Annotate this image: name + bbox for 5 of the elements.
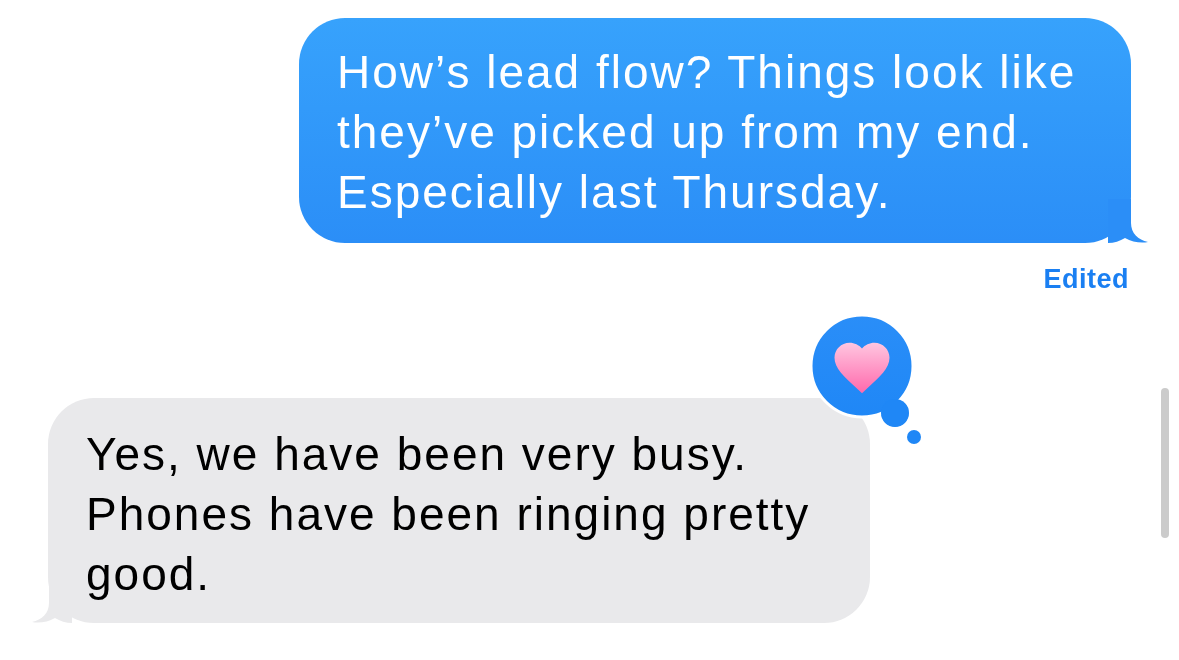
bubble-tail-icon — [1108, 199, 1148, 243]
scrollbar[interactable] — [1161, 388, 1169, 538]
message-text: Yes, we have been very busy. Phones have been ringing pretty good. — [86, 427, 812, 602]
message-text: How’s lead flow? Things look like they’ve picked up from my end. Especially last Thursday. — [337, 45, 1078, 220]
edited-label: Edited — [1043, 264, 1129, 294]
